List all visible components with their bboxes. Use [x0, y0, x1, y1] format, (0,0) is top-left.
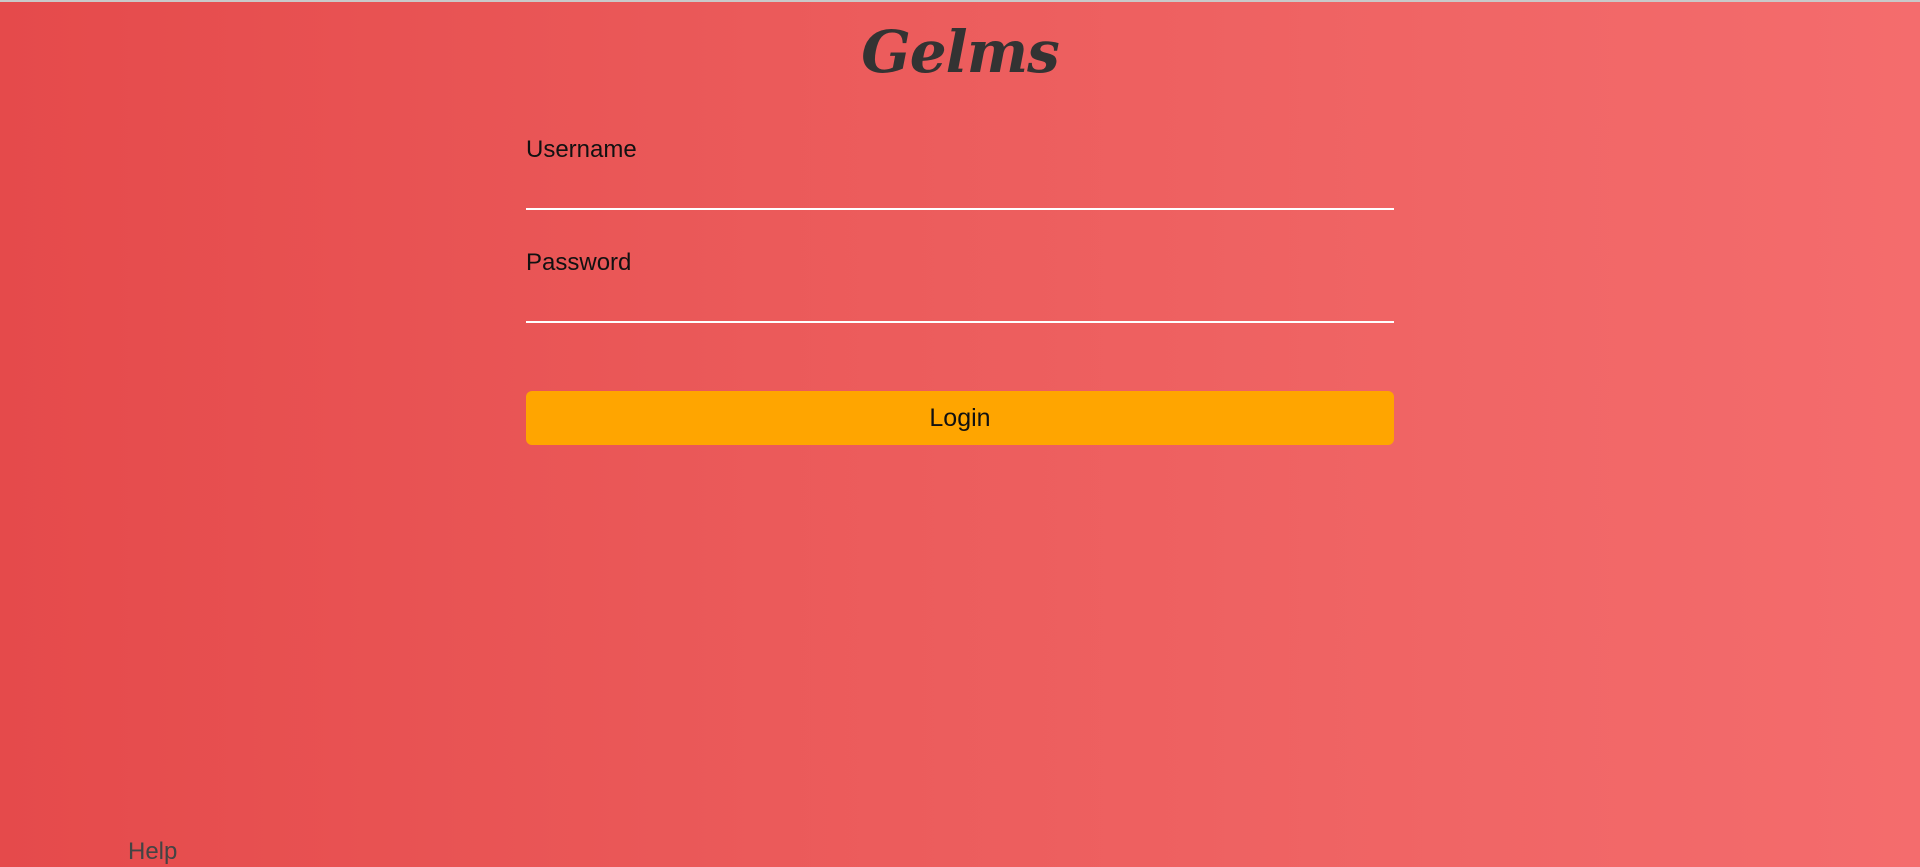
app-logo: Gelms — [861, 18, 1060, 86]
top-border — [0, 0, 1920, 2]
login-form: Username Password Login — [526, 136, 1394, 445]
username-input[interactable] — [526, 170, 1394, 210]
login-button[interactable]: Login — [526, 391, 1394, 445]
password-input[interactable] — [526, 283, 1394, 323]
username-label: Username — [526, 136, 637, 163]
password-label: Password — [526, 249, 632, 276]
help-link[interactable]: Help — [128, 838, 177, 866]
